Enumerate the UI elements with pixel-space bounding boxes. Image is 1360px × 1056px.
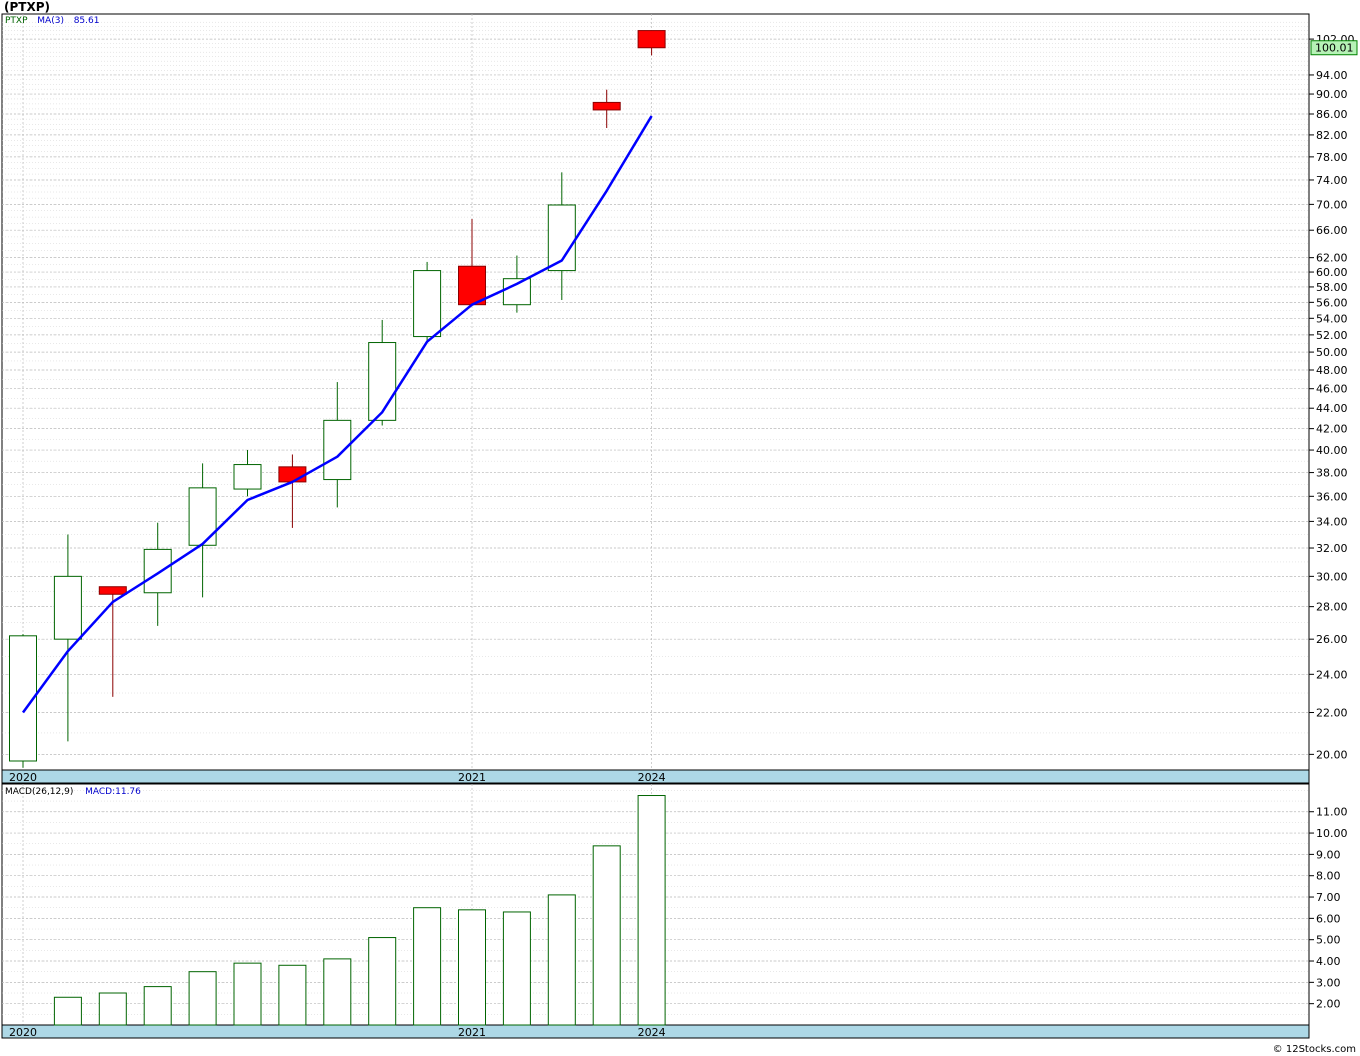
candle-body	[53, 575, 82, 640]
price-x-tick-label: 2021	[458, 771, 486, 784]
macd-tick-label: 6.00	[1316, 912, 1341, 925]
macd-bar	[458, 909, 486, 1026]
macd-bar	[413, 907, 442, 1026]
macd-tick-label: 8.00	[1316, 870, 1341, 883]
macd-bar	[502, 911, 531, 1026]
macd-bar	[143, 986, 172, 1026]
macd-tick-label: 11.00	[1316, 806, 1348, 819]
price-tick-label: 58.00	[1316, 281, 1348, 294]
macd-bar	[637, 795, 666, 1026]
price-legend: PTXP MA(3) 85.61	[5, 16, 99, 26]
price-tick-label: 66.00	[1316, 224, 1348, 237]
price-tick-label: 60.00	[1316, 266, 1348, 279]
legend-symbol: PTXP	[5, 16, 28, 26]
price-tick-label: 70.00	[1316, 198, 1348, 211]
legend-ma-value: 85.61	[73, 16, 100, 26]
price-tick-label: 36.00	[1316, 490, 1348, 503]
price-tick-label: 28.00	[1316, 601, 1348, 614]
price-tick-label: 30.00	[1316, 570, 1348, 583]
macd-bar	[278, 964, 307, 1026]
price-tick-label: 62.00	[1316, 252, 1348, 265]
last-price-label: 100.01	[1315, 42, 1354, 55]
price-tick-label: 34.00	[1316, 515, 1348, 528]
macd-bar	[547, 894, 576, 1026]
price-x-tick-label: 2020	[9, 771, 37, 784]
candle-body	[278, 466, 307, 483]
macd-bar	[233, 962, 262, 1026]
price-tick-label: 50.00	[1316, 346, 1348, 359]
macd-tick-label: 9.00	[1316, 848, 1341, 861]
price-tick-label: 82.00	[1316, 129, 1348, 142]
price-tick-label: 46.00	[1316, 383, 1348, 396]
macd-x-tick-label: 2024	[638, 1026, 666, 1039]
candle-body	[458, 265, 486, 306]
macd-bar	[53, 996, 82, 1026]
legend-ma-label: MA(3)	[37, 16, 64, 26]
macd-tick-label: 2.00	[1316, 998, 1341, 1011]
chart-title: (PTXP)	[4, 0, 50, 14]
price-tick-label: 74.00	[1316, 174, 1348, 187]
macd-bar	[98, 992, 127, 1026]
macd-legend: MACD(26,12,9) MACD:11.76	[5, 787, 141, 797]
macd-bar	[323, 958, 352, 1026]
price-tick-label: 40.00	[1316, 444, 1348, 457]
price-tick-label: 86.00	[1316, 108, 1348, 121]
price-tick-label: 44.00	[1316, 402, 1348, 415]
price-tick-label: 94.00	[1316, 69, 1348, 82]
legend-macd-value: MACD:11.76	[85, 787, 141, 797]
macd-tick-label: 7.00	[1316, 891, 1341, 904]
candle-body	[323, 419, 352, 481]
candle-body	[413, 270, 442, 338]
candle-body	[368, 342, 397, 421]
price-tick-label: 22.00	[1316, 707, 1348, 720]
candle-body	[188, 487, 217, 546]
macd-x-tick-label: 2020	[9, 1026, 37, 1039]
chart-canvas: 20.00 22.00 24.00 26.00 28.00 30.00 32.00 34.00…	[1, 13, 1358, 1039]
macd-bar	[592, 845, 621, 1026]
macd-tick-label: 4.00	[1316, 955, 1341, 968]
price-tick-label: 20.00	[1316, 748, 1348, 761]
macd-bar	[368, 937, 397, 1026]
candle-body	[143, 548, 172, 594]
candle-body	[233, 464, 262, 490]
price-tick-label: 54.00	[1316, 312, 1348, 325]
price-tick-label: 56.00	[1316, 296, 1348, 309]
price-tick-label: 52.00	[1316, 329, 1348, 342]
price-tick-label: 38.00	[1316, 467, 1348, 480]
price-tick-label: 24.00	[1316, 668, 1348, 681]
candle-body	[637, 30, 666, 49]
price-tick-label: 32.00	[1316, 542, 1348, 555]
price-tick-label: 42.00	[1316, 423, 1348, 436]
macd-bar	[188, 971, 217, 1026]
price-tick-label: 90.00	[1316, 88, 1348, 101]
macd-tick-label: 5.00	[1316, 934, 1341, 947]
price-tick-label: 78.00	[1316, 151, 1348, 164]
macd-tick-label: 10.00	[1316, 827, 1348, 840]
price-tick-label: 26.00	[1316, 633, 1348, 646]
macd-tick-label: 3.00	[1316, 976, 1341, 989]
candle-body	[592, 101, 621, 111]
legend-macd-indicator: MACD(26,12,9)	[5, 787, 74, 797]
price-tick-label: 48.00	[1316, 364, 1348, 377]
candle-body	[98, 586, 127, 595]
copyright-text: © 12Stocks.com	[1272, 1044, 1356, 1055]
price-x-tick-label: 2024	[638, 771, 666, 784]
macd-x-tick-label: 2021	[458, 1026, 486, 1039]
